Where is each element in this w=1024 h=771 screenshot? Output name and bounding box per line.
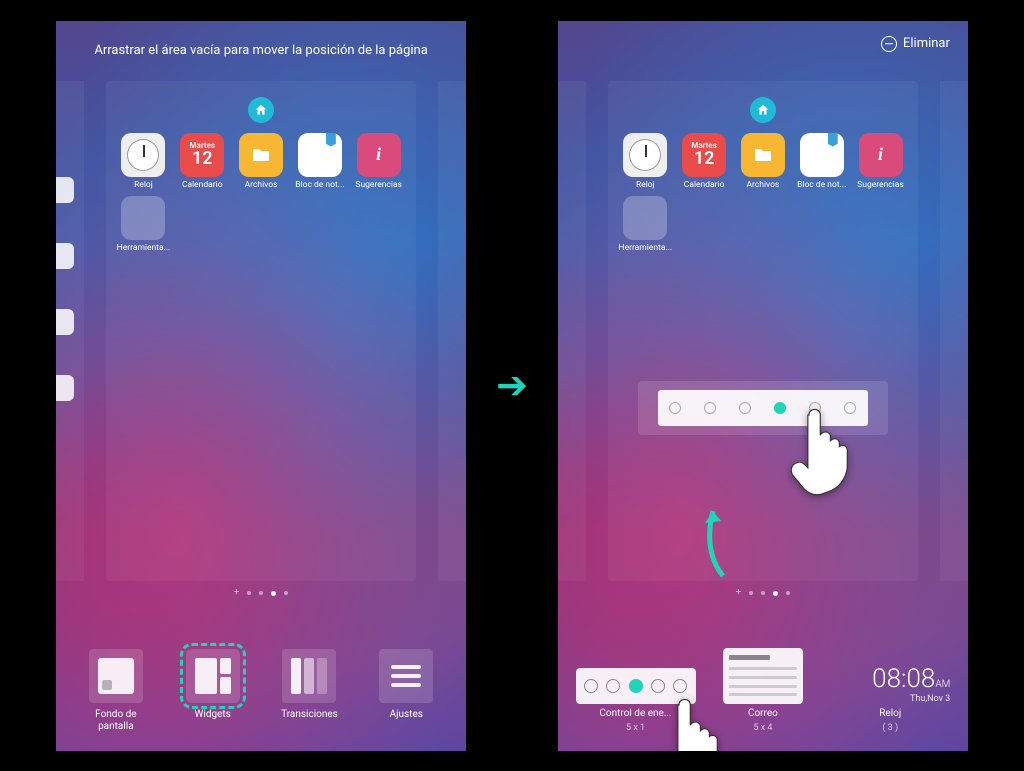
option-widgets[interactable]: Widgets: [176, 649, 250, 733]
mail-widget-preview: [723, 648, 803, 704]
app-reloj[interactable]: Reloj: [618, 133, 673, 190]
home-indicator-icon: [248, 97, 274, 123]
files-icon: [741, 133, 785, 177]
phone-left-edit-mode: Arrastrar el área vacía para mover la po…: [56, 21, 466, 751]
tips-icon: i: [859, 133, 903, 177]
widget-clock[interactable]: 08:08AM Thu,Nov 3 Reloj ( 3 ): [830, 664, 950, 733]
app-notas[interactable]: Bloc de not...: [794, 133, 849, 190]
tips-icon: i: [357, 133, 401, 177]
next-page-peek[interactable]: [438, 81, 466, 581]
notes-icon: [298, 133, 342, 177]
files-icon: [239, 133, 283, 177]
app-calendario[interactable]: Martes 12 Calendario: [677, 133, 732, 190]
clock-icon: [623, 133, 667, 177]
widgets-option-highlight: [186, 649, 240, 703]
touch-hand-pick-icon: [653, 696, 723, 751]
calendar-icon: Martes 12: [682, 133, 726, 177]
widget-carousel[interactable]: Control de ene... 5 x 1 Correo 5 x 4 08:…: [558, 648, 968, 733]
wallpaper-icon: [98, 658, 134, 694]
app-herramientas-folder[interactable]: Herramienta...: [618, 196, 673, 253]
clock-icon: [121, 133, 165, 177]
delete-icon: [881, 36, 897, 52]
option-wallpaper[interactable]: Fondo de pantalla: [79, 649, 153, 733]
home-page-preview[interactable]: Reloj Martes 12 Calendario Archivos Bloc…: [608, 81, 918, 581]
folder-icon: [121, 196, 165, 240]
app-sugerencias[interactable]: i Sugerencias: [853, 133, 908, 190]
prev-page-peek[interactable]: [558, 81, 586, 581]
clock-widget-preview: 08:08AM Thu,Nov 3: [830, 664, 950, 704]
app-reloj[interactable]: Reloj: [116, 133, 171, 190]
widgets-icon: [195, 658, 231, 694]
settings-icon: [391, 665, 421, 687]
phone-right-widget-select: Eliminar Reloj Martes 12 Calendario: [558, 21, 968, 751]
next-page-peek[interactable]: [940, 81, 968, 581]
home-page-preview[interactable]: Reloj Martes 12 Calendario Archivos Bloc…: [106, 81, 416, 581]
folder-icon: [623, 196, 667, 240]
delete-button[interactable]: Eliminar: [881, 36, 950, 52]
instruction-text: Arrastrar el área vacía para mover la po…: [56, 43, 466, 58]
page-indicator: +: [558, 591, 968, 596]
page-indicator: +: [56, 591, 466, 596]
drag-arrow-icon: [688, 501, 738, 581]
touch-hand-drop-icon: [783, 406, 853, 496]
app-notas[interactable]: Bloc de not...: [292, 133, 347, 190]
option-transitions[interactable]: Transiciones: [272, 649, 346, 733]
app-archivos[interactable]: Archivos: [736, 133, 791, 190]
prev-page-peek[interactable]: [56, 81, 84, 581]
transition-arrow-icon: ➔: [496, 363, 528, 408]
edit-options-bar: Fondo de pantalla Widgets Transiciones A…: [56, 649, 466, 733]
app-sugerencias[interactable]: i Sugerencias: [351, 133, 406, 190]
calendar-icon: Martes 12: [180, 133, 224, 177]
transitions-icon: [291, 658, 327, 694]
app-herramientas-folder[interactable]: Herramienta...: [116, 196, 171, 253]
app-archivos[interactable]: Archivos: [234, 133, 289, 190]
option-settings[interactable]: Ajustes: [369, 649, 443, 733]
app-calendario[interactable]: Martes 12 Calendario: [175, 133, 230, 190]
home-indicator-icon: [750, 97, 776, 123]
notes-icon: [800, 133, 844, 177]
